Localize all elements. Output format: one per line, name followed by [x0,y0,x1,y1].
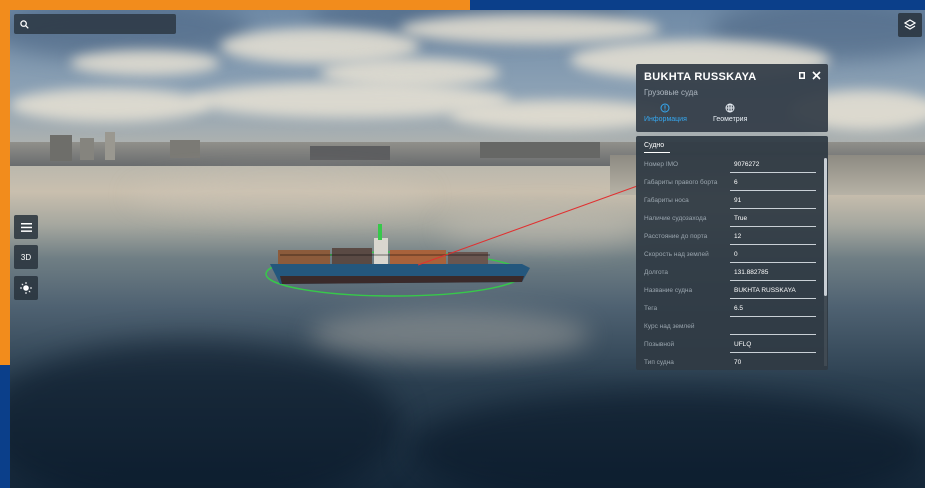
tab-information[interactable]: Информация [644,103,687,123]
copy-icon[interactable] [798,71,806,80]
attribute-value[interactable]: 70 [734,359,741,366]
attribute-value[interactable]: True [734,215,747,222]
attribute-row: Название судна BUKHTA RUSSKAYA [636,283,820,301]
attribute-row: Номер IMO 9076272 [636,157,820,175]
attribute-label: Курс над землей [644,323,695,330]
attribute-row: Тип судна 70 [636,355,820,370]
close-icon[interactable] [812,71,821,80]
tab-geometry-label: Геометрия [713,116,748,123]
layers-button[interactable] [898,13,922,37]
attribute-row: Габариты носа 91 [636,193,820,211]
field-underline [730,244,816,245]
attribute-value[interactable]: 6.5 [734,305,743,312]
attribute-value[interactable]: 131.882785 [734,269,768,276]
attribute-row: Долгота 131.882785 [636,265,820,283]
field-underline [730,190,816,191]
frame-blue-bottom [0,365,10,488]
view-mode-button[interactable]: 3D [14,245,38,269]
attribute-label: Долгота [644,269,668,276]
attribute-value[interactable]: 9076272 [734,161,759,168]
attribute-value[interactable]: 0 [734,251,738,258]
menu-button[interactable] [14,215,38,239]
field-underline [730,172,816,173]
search-icon [20,19,29,29]
attribute-row: Наличие судозахода True [636,211,820,229]
field-underline [730,352,816,353]
field-underline [730,298,816,299]
frame-blue-top [470,0,925,10]
attribute-label: Тега [644,305,658,312]
hamburger-icon [20,222,32,232]
attribute-label: Тип судна [644,359,674,366]
attribute-label: Скорость над землей [644,251,709,258]
attribute-row: Позывной UFLQ [636,337,820,355]
attribute-value[interactable]: BUKHTA RUSSKAYA [734,287,796,294]
attribute-row: Габариты правого борта 6 [636,175,820,193]
attribute-row: Курс над землей [636,319,820,337]
tab-information-label: Информация [644,116,687,123]
attribute-label: Номер IMO [644,161,679,168]
field-underline [730,280,816,281]
attribute-label: Габариты правого борта [644,179,718,186]
view-mode-label: 3D [20,252,32,262]
layers-icon [904,19,916,30]
section-title: Судно [644,142,665,149]
lighting-button[interactable] [14,276,38,300]
field-underline [730,316,816,317]
scrollbar-thumb[interactable] [824,158,827,296]
attribute-value[interactable]: 91 [734,197,741,204]
attribute-label: Расстояние до порта [644,233,708,240]
vessel-title: BUKHTA RUSSKAYA [644,71,757,83]
globe-icon [725,103,735,113]
search-input[interactable] [14,14,176,34]
field-underline [730,262,816,263]
tab-geometry[interactable]: Геометрия [713,103,747,123]
attribute-row: Тега 6.5 [636,301,820,319]
frame-orange-top [0,0,470,10]
frame-orange-left [0,0,10,365]
field-underline [730,226,816,227]
sun-icon [20,282,32,294]
vessel-category: Грузовые суда [644,88,698,97]
field-underline [730,208,816,209]
pointer-connector [417,184,641,266]
attribute-row: Расстояние до порта 12 [636,229,820,247]
vessel-info-header: BUKHTA RUSSKAYA Грузовые суда Информация… [636,64,828,132]
attribute-label: Наличие судозахода [644,215,707,222]
attribute-label: Габариты носа [644,197,689,204]
field-underline [730,334,816,335]
info-icon [660,103,670,113]
attribute-value[interactable]: 12 [734,233,741,240]
vessel-attributes-panel[interactable]: Судно Номер IMO 9076272 Габариты правого… [636,136,828,370]
attribute-value[interactable]: UFLQ [734,341,751,348]
section-underline [644,152,670,153]
attribute-label: Позывной [644,341,675,348]
attribute-row: Скорость над землей 0 [636,247,820,265]
attribute-value[interactable]: 6 [734,179,738,186]
attribute-label: Название судна [644,287,693,294]
